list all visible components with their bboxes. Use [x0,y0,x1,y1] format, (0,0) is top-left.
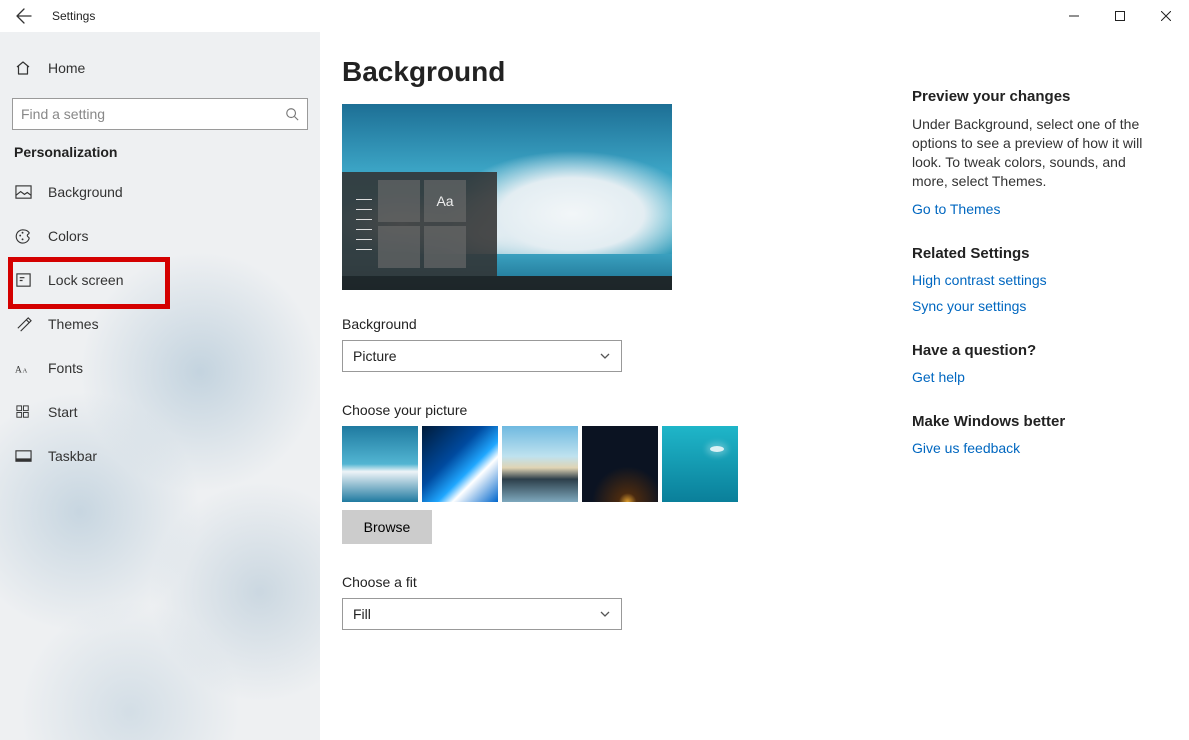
picture-thumb[interactable] [342,426,418,502]
have-question-heading: Have a question? [912,342,1156,359]
close-button[interactable] [1143,0,1189,32]
go-to-themes-link[interactable]: Go to Themes [912,201,1156,217]
picture-thumb[interactable] [422,426,498,502]
preview-tiles: Aa [378,172,497,276]
sidebar-item-label: Fonts [48,360,83,376]
minimize-button[interactable] [1051,0,1097,32]
picture-icon [14,183,32,201]
fit-select[interactable]: Fill [342,598,622,630]
sidebar-item-colors[interactable]: Colors [0,214,320,258]
related-settings-heading: Related Settings [912,245,1156,262]
sidebar-item-label: Start [48,404,78,420]
svg-text:A: A [15,365,22,375]
close-icon [1161,11,1171,21]
preview-taskbar [342,276,672,290]
maximize-button[interactable] [1097,0,1143,32]
chevron-down-icon [599,350,611,362]
desktop-preview: Aa [342,104,672,290]
sidebar-item-fonts[interactable]: AA Fonts [0,346,320,390]
start-icon [14,403,32,421]
window-title: Settings [48,9,95,23]
chevron-down-icon [599,608,611,620]
home-icon [14,59,32,77]
category-heading: Personalization [0,144,320,160]
main: Background Aa Background [320,32,1189,740]
sync-settings-link[interactable]: Sync your settings [912,298,1156,314]
preview-tile-aa: Aa [424,180,466,222]
preview-tile [378,180,420,222]
get-help-link[interactable]: Get help [912,369,1156,385]
sidebar-home[interactable]: Home [0,46,320,90]
background-select-value: Picture [353,348,397,364]
maximize-icon [1115,11,1125,21]
fonts-icon: AA [14,359,32,377]
sidebar-item-label: Themes [48,316,99,332]
page-title: Background [342,56,912,88]
lockscreen-icon [14,271,32,289]
fit-select-value: Fill [353,606,371,622]
sidebar-item-taskbar[interactable]: Taskbar [0,434,320,478]
caption-controls [1051,0,1189,32]
content: Background Aa Background [342,56,912,740]
make-better-heading: Make Windows better [912,413,1156,430]
preview-tile [378,226,420,268]
picture-thumb[interactable] [502,426,578,502]
titlebar: Settings [0,0,1189,32]
background-label: Background [342,316,912,332]
browse-button[interactable]: Browse [342,510,432,544]
choose-picture-label: Choose your picture [342,402,912,418]
preview-tile [424,226,466,268]
sidebar-item-lockscreen[interactable]: Lock screen [0,258,320,302]
preview-changes-heading: Preview your changes [912,88,1156,105]
svg-text:A: A [22,367,27,374]
palette-icon [14,227,32,245]
search-box[interactable] [12,98,308,130]
sidebar-item-label: Background [48,184,123,200]
picture-thumb[interactable] [582,426,658,502]
feedback-link[interactable]: Give us feedback [912,440,1156,456]
sidebar-item-label: Taskbar [48,448,97,464]
preview-start-overlay: Aa [342,172,497,276]
picture-thumbnails [342,426,912,502]
search-icon [285,107,299,121]
minimize-icon [1069,11,1079,21]
sidebar-item-label: Lock screen [48,272,123,288]
sidebar: Home Personalization Background Colors [0,32,320,740]
back-button[interactable] [0,0,48,32]
sidebar-item-background[interactable]: Background [0,170,320,214]
search-input[interactable] [21,106,285,122]
sidebar-item-themes[interactable]: Themes [0,302,320,346]
picture-thumb[interactable] [662,426,738,502]
sidebar-home-label: Home [48,60,85,76]
themes-icon [14,315,32,333]
preview-menu-lines [342,172,378,276]
background-select[interactable]: Picture [342,340,622,372]
sidebar-item-start[interactable]: Start [0,390,320,434]
sidebar-item-label: Colors [48,228,88,244]
high-contrast-link[interactable]: High contrast settings [912,272,1156,288]
choose-fit-label: Choose a fit [342,574,912,590]
preview-changes-text: Under Background, select one of the opti… [912,115,1156,191]
info-column: Preview your changes Under Background, s… [912,56,1172,740]
taskbar-icon [14,447,32,465]
back-arrow-icon [16,8,32,24]
